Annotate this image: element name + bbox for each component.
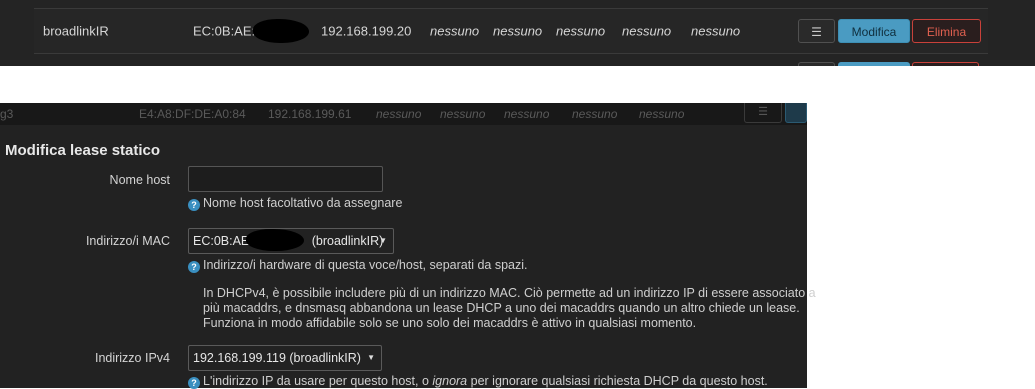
cell-hostname: g3: [0, 107, 14, 121]
cell-ip: 192.168.199.61: [268, 107, 352, 121]
ipv4-value: 192.168.199.119 (broadlinkIR): [193, 351, 361, 365]
cell-tag: nessuno: [493, 23, 543, 39]
hostname-help: ? Nome host facoltativo da assegnare: [188, 196, 402, 211]
ipv4-label: Indirizzo IPv4: [94, 351, 170, 365]
cell-c4: nessuno: [572, 107, 618, 121]
cell-c3: nessuno: [504, 107, 550, 121]
lease-table-strip: broadlinkIR EC:0B:AE: 192.168.199.20 nes…: [0, 0, 1035, 66]
cell-lease: nessuno: [556, 23, 606, 39]
chevron-down-icon: ▼: [379, 236, 387, 245]
cell-c2: nessuno: [440, 107, 486, 121]
ipv4-help-after: per ignorare qualsiasi richiesta DHCP da…: [470, 374, 768, 388]
cell-ipv6: nessuno: [622, 23, 672, 39]
ipv4-help-before: L'indirizzo IP da usare per questo host,…: [203, 374, 429, 388]
cell-duid: nessuno: [430, 23, 480, 39]
mac-help-text: Indirizzo/i hardware di questa voce/host…: [203, 258, 528, 272]
next-row-menu-button[interactable]: [798, 62, 835, 66]
edit-button[interactable]: Modifica: [838, 19, 910, 43]
redaction-mark: [246, 229, 304, 251]
hostname-help-text: Nome host facoltativo da assegnare: [203, 196, 403, 210]
ipv4-select[interactable]: 192.168.199.119 (broadlinkIR) ▼: [188, 345, 382, 371]
help-icon: ?: [188, 377, 200, 389]
next-row-edit-button[interactable]: [838, 62, 910, 66]
redaction-mark: [253, 19, 309, 43]
help-icon: ?: [188, 261, 200, 273]
mac-help: ? Indirizzo/i hardware di questa voce/hos…: [188, 258, 527, 273]
row-menu-button[interactable]: ☰: [798, 19, 835, 43]
cell-extra: nessuno: [691, 23, 741, 39]
background-table-row: g3 E4:A8:DF:DE:A0:84 192.168.199.61 ness…: [0, 103, 807, 125]
chevron-down-icon: ▼: [367, 353, 375, 362]
table-row: broadlinkIR EC:0B:AE: 192.168.199.20 nes…: [34, 8, 988, 54]
delete-button[interactable]: Elimina: [912, 19, 981, 43]
cell-c5: nessuno: [639, 107, 685, 121]
next-row-delete-button[interactable]: [912, 62, 979, 66]
mac-value-suffix: (broadlinkIR): [311, 234, 384, 248]
mac-help-para-3: Funziona in modo affidabile solo se uno …: [203, 316, 697, 330]
cell-hostname: broadlinkIR: [43, 23, 109, 39]
help-icon: ?: [188, 199, 200, 211]
hostname-label: Nome host: [109, 173, 170, 187]
cell-c1: nessuno: [376, 107, 422, 121]
row-menu-button[interactable]: ☰: [744, 103, 782, 123]
ipv4-help-em: ignora: [432, 374, 468, 388]
mac-label: Indirizzo/i MAC: [85, 234, 170, 248]
dialog-title: Modifica lease statico: [5, 142, 161, 159]
cell-mac: E4:A8:DF:DE:A0:84: [139, 107, 246, 121]
mac-value-prefix: EC:0B:AE:: [193, 234, 253, 248]
hostname-input[interactable]: [188, 166, 383, 192]
row-edit-button[interactable]: [785, 103, 807, 123]
cell-mac: EC:0B:AE:: [193, 23, 256, 39]
cell-ip: 192.168.199.20: [321, 23, 412, 39]
ipv4-help: ? L'indirizzo IP da usare per questo host…: [188, 374, 768, 389]
